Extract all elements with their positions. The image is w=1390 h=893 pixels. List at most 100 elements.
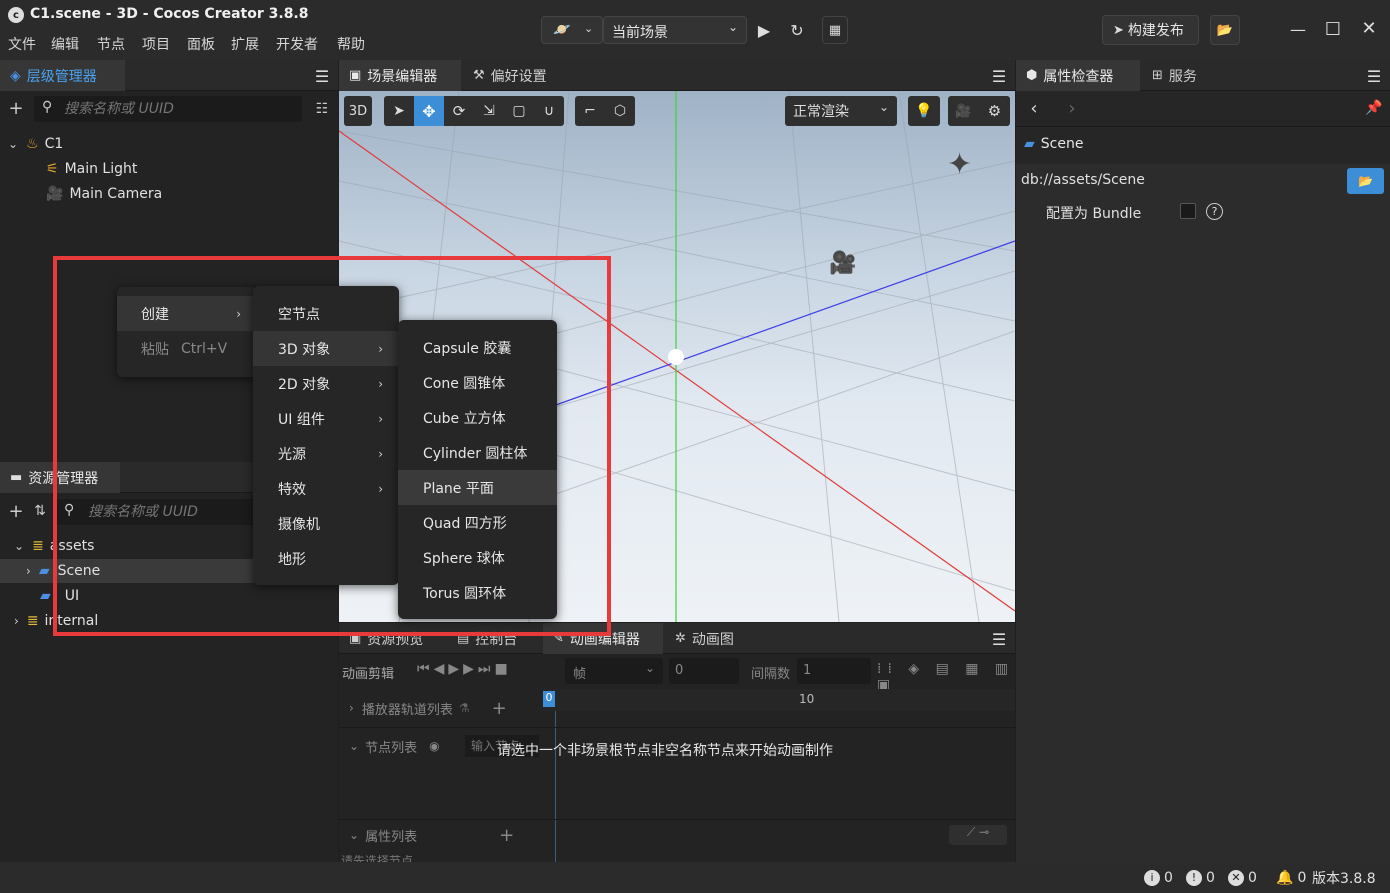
inspector-tabbar: ⬢ 属性检查器 ⊞ 服务 ☰ <box>1016 60 1390 91</box>
gear-icon[interactable]: ⚙ <box>979 96 1010 126</box>
scene-selector[interactable]: 当前场景 ⌄ <box>603 16 747 44</box>
hamburger-icon[interactable]: ☰ <box>1364 66 1384 86</box>
track-list-header[interactable]: › 播放器轨道列表 ⚗ + <box>339 695 539 721</box>
status-error[interactable]: ✕ 0 <box>1228 862 1257 893</box>
window-title: C1.scene - 3D - Cocos Creator 3.8.8 <box>30 6 309 22</box>
status-info[interactable]: i 0 <box>1144 862 1173 893</box>
add-node-icon[interactable]: + <box>6 97 26 119</box>
frame-input[interactable]: 0 <box>669 658 739 684</box>
back-icon[interactable]: ‹ <box>1024 98 1044 119</box>
forward-icon[interactable]: › <box>1062 98 1082 119</box>
animation-panel: ▣ 资源预览 ▤ 控制台 ✎ 动画编辑器 ✲ 动画图 ☰ 动画剪辑 ⏮◀▶▶⏭■… <box>339 623 1015 862</box>
timeline-ruler: 0 10 <box>543 689 1015 711</box>
hierarchy-search-input[interactable] <box>64 99 294 119</box>
add-icon[interactable]: + <box>492 698 507 719</box>
chevron-down-icon: ⌄ <box>878 100 889 114</box>
node-list-label: 节点列表 <box>365 740 418 756</box>
menu-6[interactable]: 开发者 <box>276 34 318 54</box>
tree-row-main-light[interactable]: ⚟ Main Light <box>46 158 137 180</box>
timeline-start-marker[interactable]: 0 <box>543 691 555 707</box>
interval-label: 间隔数 <box>751 667 791 682</box>
close-icon[interactable]: ✕ <box>1358 17 1380 39</box>
tree-row-c1[interactable]: ⌄ ♨ C1 <box>8 133 63 155</box>
property-list-header[interactable]: ⌄ 属性列表 + <box>339 822 539 848</box>
qrcode-icon[interactable]: ▦ <box>822 16 848 44</box>
tab-label: 动画图 <box>691 631 734 648</box>
menu-2[interactable]: 节点 <box>97 34 125 54</box>
row-divider <box>339 819 1015 820</box>
tab-preferences[interactable]: ⚒ 偏好设置 <box>463 60 573 91</box>
curve-toggle[interactable]: ⟋ ⊸ <box>949 825 1007 845</box>
menu-5[interactable]: 扩展 <box>231 34 259 54</box>
tree-row-main-camera[interactable]: 🎥 Main Camera <box>46 183 162 205</box>
camera-icon[interactable]: 🎥 <box>948 96 979 126</box>
open-folder-button[interactable]: 📂 <box>1347 168 1384 194</box>
database-icon: ≣ <box>26 613 39 629</box>
local-icon[interactable]: ⌐ <box>575 96 605 126</box>
axis-gizmo-icon[interactable]: ✦ <box>947 147 991 197</box>
menu-0[interactable]: 文件 <box>8 34 36 54</box>
bell-icon: 🔔 <box>1276 869 1294 886</box>
scale-icon[interactable]: ⇲ <box>474 96 504 126</box>
menu-1[interactable]: 编辑 <box>51 34 79 54</box>
help-icon[interactable]: ? <box>1206 203 1223 220</box>
asset-name: Scene <box>1040 136 1084 152</box>
menu-3[interactable]: 项目 <box>142 34 170 54</box>
database-icon: ≣ <box>32 538 44 554</box>
chevron-down-icon: ⌄ <box>14 539 25 553</box>
rotate-icon[interactable]: ⟳ <box>444 96 474 126</box>
maximize-icon[interactable]: ☐ <box>1322 18 1344 40</box>
lightbulb-button[interactable]: 💡 <box>908 96 940 126</box>
menu-7[interactable]: 帮助 <box>337 34 365 54</box>
cube-icon[interactable]: ⬡ <box>605 96 635 126</box>
platform-selector[interactable]: 🪐 ⌄ <box>541 16 603 44</box>
hierarchy-search[interactable]: ⚲ <box>34 96 302 122</box>
refresh-icon[interactable]: ↻ <box>785 18 809 42</box>
chevron-right-icon: › <box>26 564 31 578</box>
light-icon: ⚟ <box>46 161 59 177</box>
hamburger-icon[interactable]: ☰ <box>989 66 1009 86</box>
property-list-label: 属性列表 <box>365 829 418 845</box>
tab-inspector[interactable]: ⬢ 属性检查器 <box>1016 60 1140 91</box>
camera-icon: 🎥 <box>46 186 64 202</box>
add-icon[interactable]: + <box>499 825 514 846</box>
tab-scene-editor[interactable]: ▣ 场景编辑器 <box>339 60 461 91</box>
move-icon[interactable]: ✥ <box>414 96 444 126</box>
chevron-down-icon: ⌄ <box>584 22 594 35</box>
select-icon[interactable]: ➤ <box>384 96 414 126</box>
cube-icon: ⬢ <box>1026 68 1038 83</box>
interval-input[interactable]: 1 <box>797 658 871 684</box>
pin-icon[interactable]: 📌 <box>1364 98 1384 118</box>
tab-label: 场景编辑器 <box>367 68 438 85</box>
sort-icon[interactable]: ⇅ <box>30 500 50 522</box>
rect-icon[interactable]: ▢ <box>504 96 534 126</box>
mode-3d-button[interactable]: 3D <box>344 96 372 126</box>
tab-hierarchy[interactable]: ◈ 层级管理器 <box>0 60 125 91</box>
status-warn[interactable]: ! 0 <box>1186 862 1215 893</box>
playback-controls: ⏮◀▶▶⏭■ <box>417 661 512 677</box>
publish-button[interactable]: ➤ 构建发布 <box>1102 15 1199 45</box>
play-icon[interactable]: ▶ <box>752 18 776 42</box>
hamburger-icon[interactable]: ☰ <box>989 629 1009 649</box>
tab-services[interactable]: ⊞ 服务 <box>1142 60 1222 91</box>
camera-gizmo-icon: 🎥 <box>829 251 857 276</box>
frame-value: 0 <box>675 663 684 678</box>
eye-icon[interactable]: ◉ <box>429 739 439 753</box>
hamburger-icon[interactable]: ☰ <box>312 66 332 86</box>
tab-animation-graph[interactable]: ✲ 动画图 <box>665 623 755 654</box>
render-mode-select[interactable]: 正常渲染 ⌄ <box>785 96 897 126</box>
render-mode-label: 正常渲染 <box>793 104 849 120</box>
snap-icon[interactable]: ∪ <box>534 96 564 126</box>
scene-settings-toolbar: 🎥 ⚙ <box>948 96 1010 126</box>
menu-4[interactable]: 面板 <box>187 34 215 54</box>
status-count: 0 <box>1297 869 1307 886</box>
status-notify[interactable]: 🔔 0 <box>1276 862 1306 893</box>
bundle-checkbox[interactable] <box>1180 203 1196 219</box>
add-asset-icon[interactable]: + <box>6 500 26 522</box>
flask-icon: ⚗ <box>458 701 470 715</box>
minimize-icon[interactable]: — <box>1286 18 1310 40</box>
search-icon: ⚲ <box>42 99 53 115</box>
folder-open-icon[interactable]: 📂 <box>1210 15 1240 45</box>
sort-icon[interactable]: ☷ <box>312 98 332 120</box>
frame-select[interactable]: 帧 ⌄ <box>565 658 663 684</box>
